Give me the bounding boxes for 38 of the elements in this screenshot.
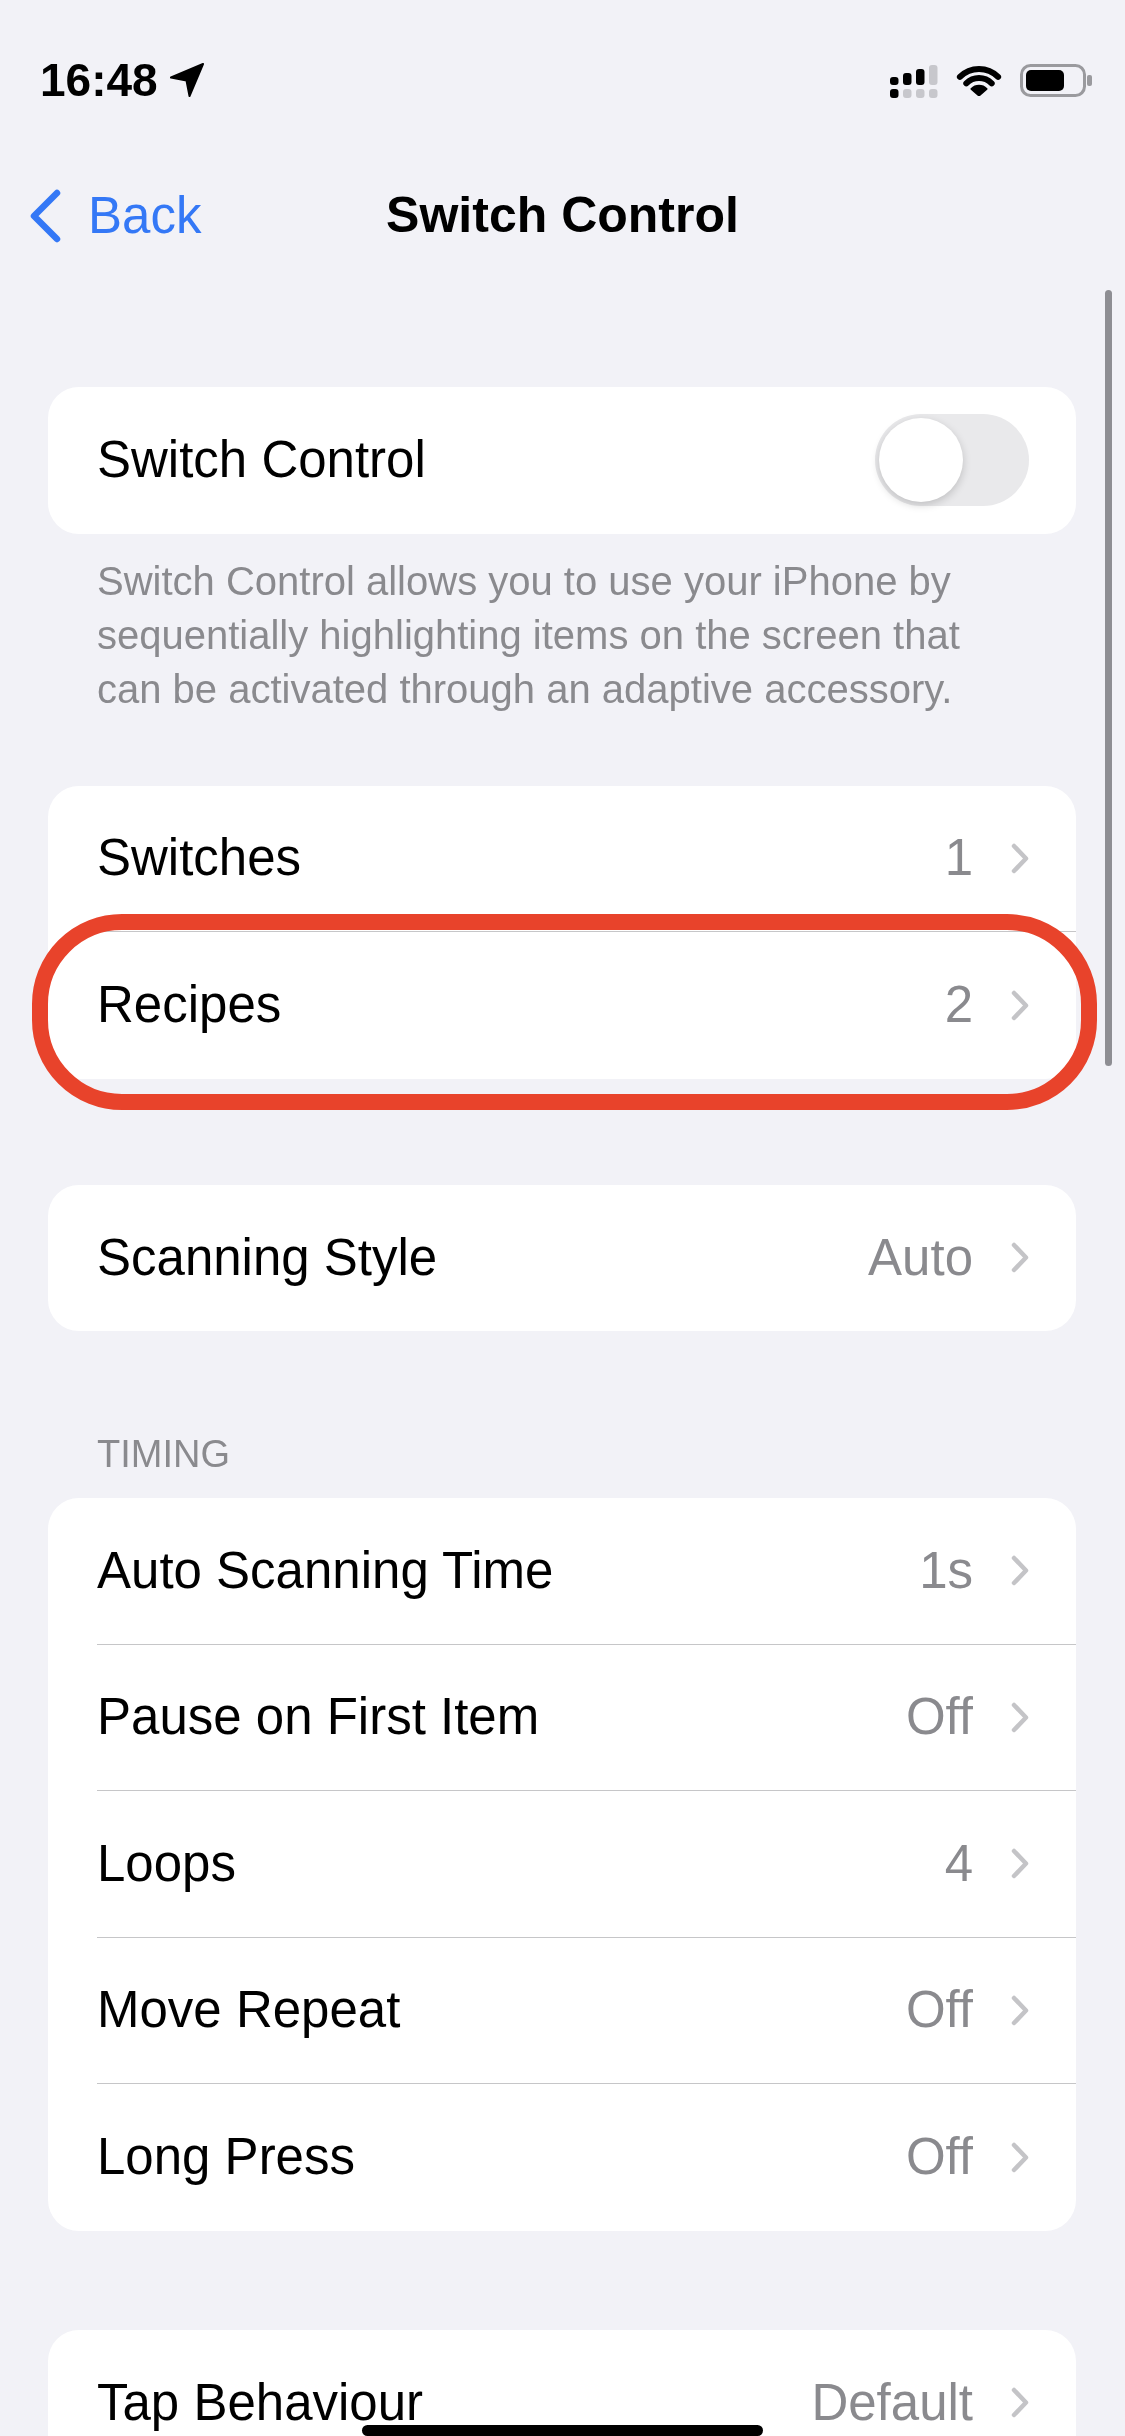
row-value: Off bbox=[905, 1691, 973, 1744]
back-button[interactable]: Back bbox=[28, 186, 202, 246]
row-value: 1 bbox=[944, 832, 973, 885]
row-label[interactable]: Recipes bbox=[97, 979, 282, 1032]
row-label[interactable]: Tap Behaviour bbox=[97, 2376, 424, 2429]
chevron-left-icon bbox=[28, 189, 62, 243]
chevron-right-icon bbox=[1011, 842, 1029, 874]
wifi-icon bbox=[956, 64, 1002, 96]
row-label[interactable]: Loops bbox=[97, 1837, 236, 1890]
chevron-right-icon bbox=[1011, 989, 1029, 1021]
row-value: 1s bbox=[919, 1544, 973, 1597]
location-arrow-icon bbox=[169, 63, 204, 97]
row-value: 4 bbox=[944, 1837, 973, 1890]
chevron-right-icon bbox=[1011, 1994, 1029, 2026]
page-title: Switch Control bbox=[386, 187, 739, 245]
status-time: 16:48 bbox=[40, 53, 158, 107]
section-header: TIMING bbox=[96, 1432, 230, 1477]
row-value: Auto bbox=[868, 1231, 973, 1284]
row-value: 2 bbox=[944, 979, 973, 1032]
chevron-right-icon bbox=[1011, 1701, 1029, 1733]
row-label[interactable]: Switches bbox=[97, 832, 302, 885]
signal-icon bbox=[890, 62, 938, 98]
row-label[interactable]: Long Press bbox=[97, 2131, 355, 2184]
row-label[interactable]: Pause on First Item bbox=[97, 1691, 540, 1744]
chevron-right-icon bbox=[1011, 1555, 1029, 1587]
row-value: Default bbox=[811, 2376, 973, 2429]
chevron-right-icon bbox=[1011, 2387, 1029, 2419]
row-label[interactable]: Scanning Style bbox=[97, 1231, 438, 1284]
row-label[interactable]: Move Repeat bbox=[97, 1984, 401, 2037]
row-label: Switch Control bbox=[97, 434, 426, 487]
battery-icon bbox=[1020, 63, 1093, 97]
row-label[interactable]: Auto Scanning Time bbox=[97, 1544, 554, 1597]
chevron-right-icon bbox=[1011, 1242, 1029, 1274]
chevron-right-icon bbox=[1011, 2141, 1029, 2173]
section-footer: Switch Control allows you to use your iPhone by sequentially highlighting items on the screen that can be activated through an adaptive accessory. bbox=[48, 553, 1076, 716]
row-value: Off bbox=[905, 2131, 973, 2184]
row-value: Off bbox=[905, 1984, 973, 2037]
chevron-right-icon bbox=[1011, 1848, 1029, 1880]
